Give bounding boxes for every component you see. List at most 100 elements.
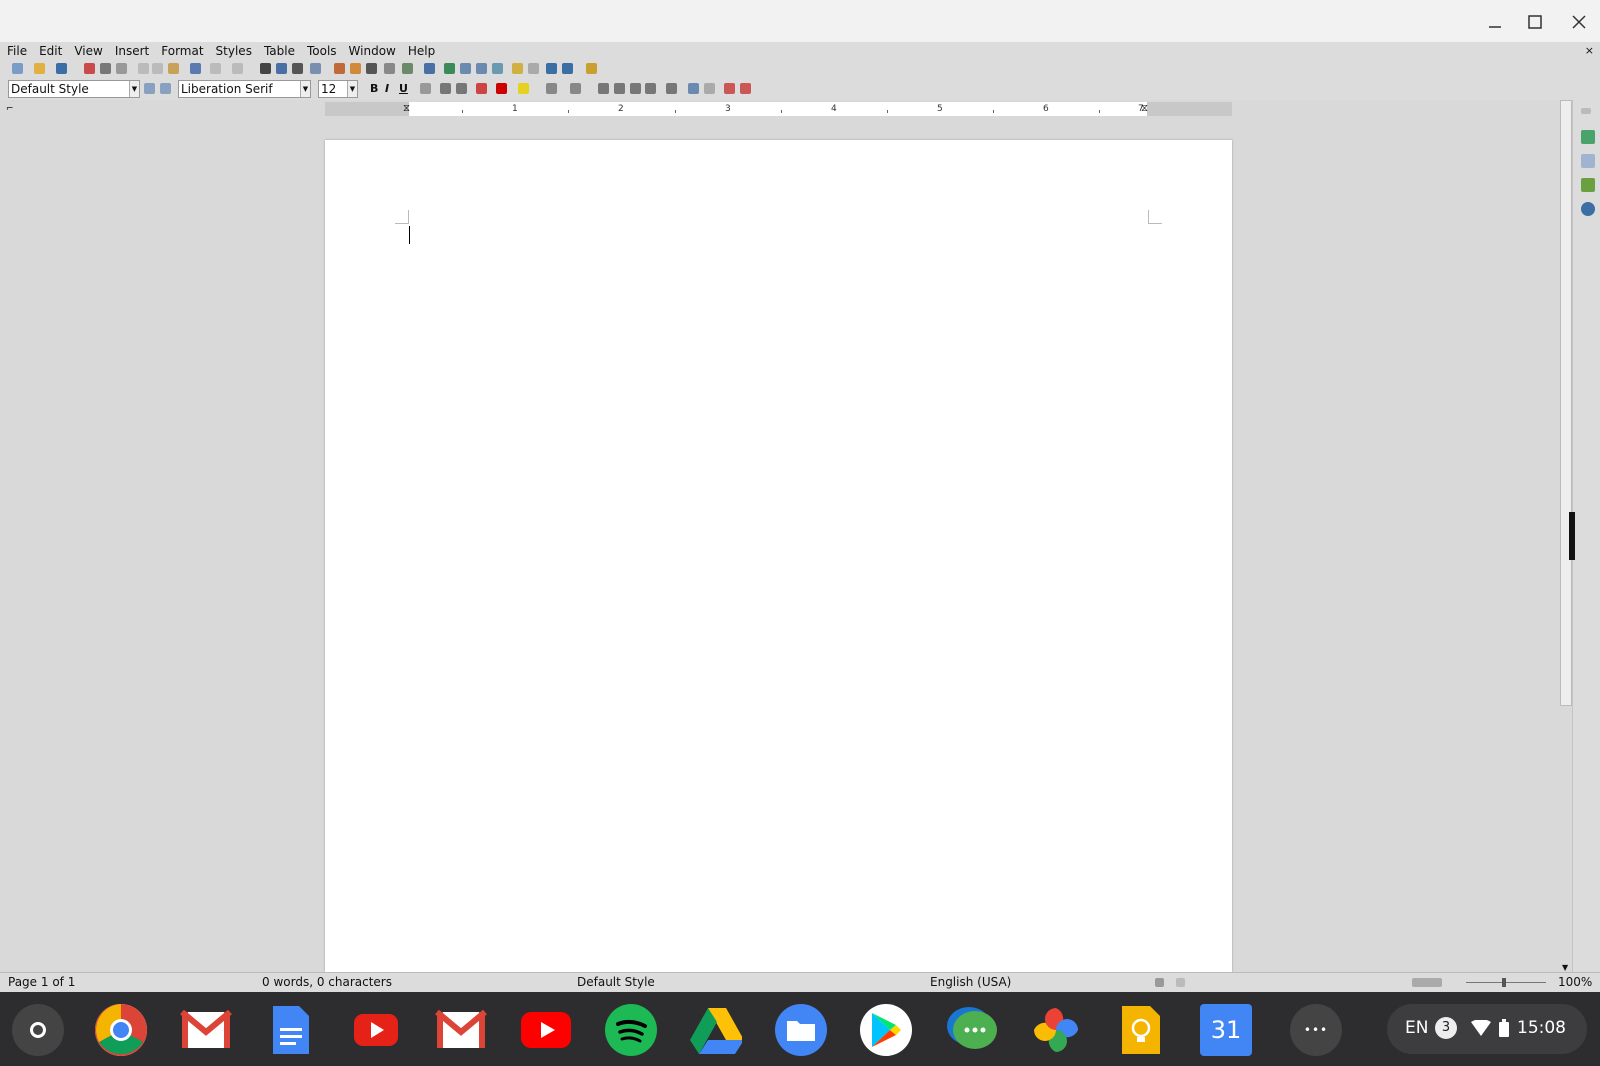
- clock[interactable]: 15:08: [1517, 1018, 1566, 1038]
- undo-icon[interactable]: [210, 63, 221, 74]
- view-layout-icon[interactable]: [1412, 978, 1442, 987]
- insert-mode-icon[interactable]: [1155, 978, 1164, 987]
- align-right-icon[interactable]: [630, 83, 641, 94]
- menu-edit[interactable]: Edit: [33, 42, 68, 60]
- paragraph-style-select[interactable]: Default Style ▼: [8, 80, 140, 98]
- docs-app[interactable]: [265, 1004, 317, 1056]
- menu-view[interactable]: View: [68, 42, 108, 60]
- line-icon[interactable]: [546, 63, 557, 74]
- highlight-color-icon[interactable]: [518, 83, 529, 94]
- properties-icon[interactable]: [1581, 130, 1595, 144]
- youtube-app[interactable]: [350, 1004, 402, 1056]
- insert-field-icon[interactable]: [402, 63, 413, 74]
- special-character-icon[interactable]: [424, 63, 435, 74]
- menu-file[interactable]: File: [1, 42, 33, 60]
- font-color-icon[interactable]: [496, 83, 507, 94]
- sidebar-menu-icon[interactable]: [1581, 108, 1591, 114]
- zoom-slider[interactable]: [1466, 982, 1546, 983]
- clear-formatting-icon[interactable]: [476, 83, 487, 94]
- cut-icon[interactable]: [138, 63, 149, 74]
- selection-mode-icon[interactable]: [1176, 978, 1185, 987]
- track-changes-icon[interactable]: [528, 63, 539, 74]
- language[interactable]: English (USA): [930, 973, 1011, 992]
- clone-formatting-icon[interactable]: [190, 63, 201, 74]
- tab-stop-selector[interactable]: ⌐: [6, 104, 14, 114]
- youtube-app-2[interactable]: [520, 1004, 572, 1056]
- spelling-icon[interactable]: [276, 63, 287, 74]
- messages-app[interactable]: [945, 1004, 997, 1056]
- comment-icon[interactable]: [512, 63, 523, 74]
- minimize-button[interactable]: [1478, 8, 1512, 36]
- calendar-app[interactable]: 31: [1200, 1004, 1252, 1056]
- maximize-button[interactable]: [1518, 8, 1552, 36]
- insert-chart-icon[interactable]: [350, 63, 361, 74]
- hyperlink-icon[interactable]: [444, 63, 455, 74]
- gallery-icon[interactable]: [1581, 178, 1595, 192]
- font-name-select[interactable]: Liberation Serif ▼: [178, 80, 311, 98]
- bullet-list-icon[interactable]: [546, 83, 557, 94]
- gmail-app-2[interactable]: [435, 1004, 487, 1056]
- italic-button[interactable]: I: [385, 81, 389, 97]
- justify-icon[interactable]: [645, 83, 656, 94]
- close-document-button[interactable]: ×: [1585, 42, 1594, 60]
- print-icon[interactable]: [100, 63, 111, 74]
- font-size-select[interactable]: 12 ▼: [318, 80, 358, 98]
- endnote-icon[interactable]: [476, 63, 487, 74]
- left-indent-marker[interactable]: ⧖: [403, 103, 410, 114]
- scroll-down-icon[interactable]: ▼: [1562, 963, 1568, 972]
- superscript-icon[interactable]: [440, 83, 451, 94]
- scrollbar-thumb[interactable]: [1560, 100, 1572, 706]
- find-replace-icon[interactable]: [260, 63, 271, 74]
- launcher-button[interactable]: [12, 1004, 64, 1056]
- align-left-icon[interactable]: [598, 83, 609, 94]
- redo-icon[interactable]: [232, 63, 243, 74]
- input-language[interactable]: EN: [1405, 1018, 1428, 1038]
- close-window-button[interactable]: [1562, 8, 1596, 36]
- align-center-icon[interactable]: [614, 83, 625, 94]
- files-app[interactable]: [775, 1004, 827, 1056]
- document-page[interactable]: [325, 140, 1232, 972]
- increase-paragraph-spacing-icon[interactable]: [688, 83, 699, 94]
- sidebar-collapse-handle[interactable]: [1569, 512, 1575, 560]
- save-icon[interactable]: [56, 63, 67, 74]
- insert-table-icon[interactable]: [310, 63, 321, 74]
- play-store-app[interactable]: [860, 1004, 912, 1056]
- page-count[interactable]: Page 1 of 1: [8, 973, 75, 992]
- notification-count-badge[interactable]: 3: [1435, 1017, 1457, 1039]
- decrease-indent-icon[interactable]: [740, 83, 751, 94]
- menu-table[interactable]: Table: [258, 42, 301, 60]
- zoom-slider-handle[interactable]: [1502, 978, 1506, 987]
- chrome-app[interactable]: [95, 1004, 147, 1056]
- basic-shapes-icon[interactable]: [562, 63, 573, 74]
- menu-styles[interactable]: Styles: [210, 42, 258, 60]
- insert-image-icon[interactable]: [334, 63, 345, 74]
- styles-icon[interactable]: [1581, 154, 1595, 168]
- status-tray[interactable]: EN 3 15:08: [1387, 1004, 1587, 1054]
- open-folder-icon[interactable]: [34, 63, 45, 74]
- page-break-icon[interactable]: [384, 63, 395, 74]
- page-style[interactable]: Default Style: [577, 973, 655, 992]
- paste-icon[interactable]: [168, 63, 179, 74]
- underline-button[interactable]: U: [399, 81, 408, 97]
- bold-button[interactable]: B: [370, 81, 378, 97]
- right-indent-marker[interactable]: ⧖: [1141, 103, 1148, 114]
- export-pdf-icon[interactable]: [84, 63, 95, 74]
- zoom-level[interactable]: 100%: [1558, 973, 1592, 992]
- keep-app[interactable]: [1115, 1004, 1167, 1056]
- menu-help[interactable]: Help: [402, 42, 441, 60]
- decrease-paragraph-spacing-icon[interactable]: [704, 83, 715, 94]
- horizontal-ruler[interactable]: 1 2 3 4 5 6 7 ⧖ ⧖: [325, 102, 1232, 116]
- update-style-icon[interactable]: [144, 83, 155, 94]
- formatting-marks-icon[interactable]: [292, 63, 303, 74]
- draw-functions-icon[interactable]: [586, 63, 597, 74]
- new-style-icon[interactable]: [160, 83, 171, 94]
- gmail-app[interactable]: [180, 1004, 232, 1056]
- new-document-icon[interactable]: [12, 63, 23, 74]
- numbered-list-icon[interactable]: [570, 83, 581, 94]
- navigator-icon[interactable]: [1581, 202, 1595, 216]
- menu-tools[interactable]: Tools: [301, 42, 343, 60]
- menu-format[interactable]: Format: [155, 42, 209, 60]
- copy-icon[interactable]: [152, 63, 163, 74]
- print-preview-icon[interactable]: [116, 63, 127, 74]
- increase-indent-icon[interactable]: [724, 83, 735, 94]
